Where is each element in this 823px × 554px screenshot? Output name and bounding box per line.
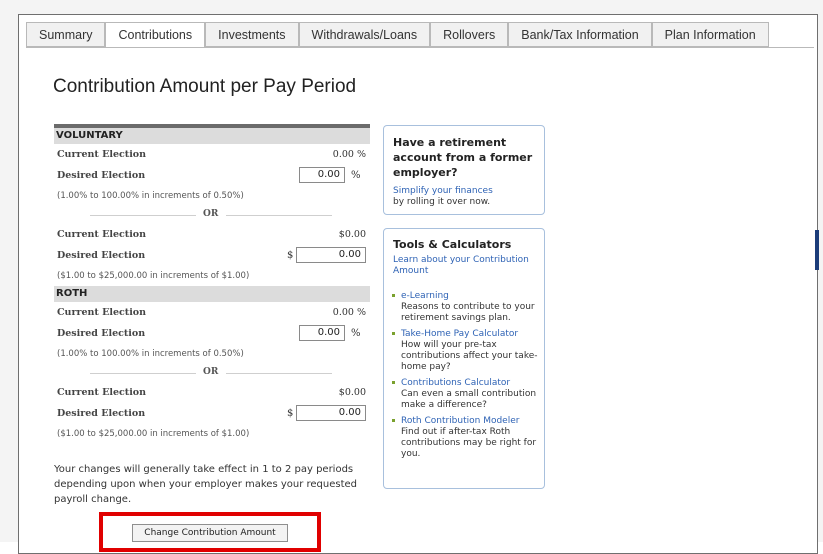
- contributions-calculator-link[interactable]: Contributions Calculator: [401, 378, 544, 389]
- roth-pct-current-row: Current Election 0.00 %: [54, 302, 370, 323]
- current-election-label: Current Election: [57, 229, 147, 240]
- contributions-calculator-desc: Can even a small contribution make a dif…: [401, 389, 537, 410]
- e-learning-link[interactable]: e-Learning: [401, 291, 544, 302]
- tab-divider: [26, 47, 814, 48]
- tab-plan-information[interactable]: Plan Information: [651, 22, 769, 47]
- voluntary-pct-current-row: Current Election 0.00 %: [54, 144, 370, 165]
- current-election-value: 0.00 %: [332, 307, 366, 318]
- voluntary-amt-current-row: Current Election $0.00: [54, 224, 370, 245]
- roth-pct-note: (1.00% to 100.00% in increments of 0.50%…: [57, 349, 244, 359]
- rollover-text: by rolling it over now.: [393, 197, 491, 207]
- roth-amount-input[interactable]: 0.00: [296, 405, 366, 421]
- window-edge: [815, 230, 819, 270]
- current-election-value: 0.00 %: [332, 149, 366, 160]
- currency-unit: $: [287, 250, 294, 261]
- current-election-label: Current Election: [57, 387, 147, 398]
- current-election-value: $0.00: [338, 387, 366, 398]
- tab-investments[interactable]: Investments: [205, 22, 299, 47]
- or-line-right: [226, 215, 332, 216]
- simplify-finances-link[interactable]: Simplify your finances: [393, 186, 493, 197]
- desired-election-label: Desired Election: [57, 328, 146, 339]
- voluntary-pct-note: (1.00% to 100.00% in increments of 0.50%…: [57, 191, 244, 201]
- current-election-label: Current Election: [57, 307, 147, 318]
- desired-election-label: Desired Election: [57, 250, 146, 261]
- take-home-pay-desc: How will your pre-tax contributions affe…: [401, 340, 538, 372]
- rollover-promo-box: Have a retirement account from a former …: [383, 125, 545, 215]
- percent-unit: %: [351, 328, 361, 339]
- tools-heading: Tools & Calculators: [393, 238, 512, 251]
- list-item: e-Learning Reasons to contribute to your…: [392, 291, 544, 324]
- list-item: Take-Home Pay Calculator How will your p…: [392, 329, 544, 373]
- contribution-form: VOLUNTARY Current Election 0.00 % Desire…: [54, 124, 370, 444]
- bullet-icon: [392, 294, 395, 297]
- bullet-icon: [392, 332, 395, 335]
- voluntary-amt-desired-row: Desired Election $ 0.00: [54, 245, 370, 266]
- or-divider: OR: [54, 364, 370, 382]
- tab-withdrawals-loans[interactable]: Withdrawals/Loans: [298, 22, 431, 47]
- voluntary-pct-input[interactable]: 0.00: [299, 167, 345, 183]
- roth-amt-note: ($1.00 to $25,000.00 in increments of $1…: [57, 429, 250, 439]
- roth-modeler-link[interactable]: Roth Contribution Modeler: [401, 416, 544, 427]
- e-learning-desc: Reasons to contribute to your retirement…: [401, 302, 535, 323]
- page-title: Contribution Amount per Pay Period: [53, 76, 357, 97]
- currency-unit: $: [287, 408, 294, 419]
- or-label: OR: [203, 367, 219, 377]
- percent-unit: %: [351, 170, 361, 181]
- current-election-label: Current Election: [57, 149, 147, 160]
- roth-heading: ROTH: [54, 286, 370, 302]
- voluntary-amt-note: ($1.00 to $25,000.00 in increments of $1…: [57, 271, 250, 281]
- voluntary-amount-input[interactable]: 0.00: [296, 247, 366, 263]
- desired-election-label: Desired Election: [57, 408, 146, 419]
- disclaimer-text: Your changes will generally take effect …: [54, 464, 358, 505]
- change-contribution-button[interactable]: Change Contribution Amount: [132, 524, 288, 542]
- list-item: Contributions Calculator Can even a smal…: [392, 378, 544, 411]
- list-item: Roth Contribution Modeler Find out if af…: [392, 416, 544, 460]
- bullet-icon: [392, 381, 395, 384]
- roth-pct-input[interactable]: 0.00: [299, 325, 345, 341]
- voluntary-heading: VOLUNTARY: [54, 128, 370, 144]
- take-home-pay-link[interactable]: Take-Home Pay Calculator: [401, 329, 544, 340]
- roth-amt-current-row: Current Election $0.00: [54, 382, 370, 403]
- or-line-right: [226, 373, 332, 374]
- current-election-value: $0.00: [338, 229, 366, 240]
- tab-summary[interactable]: Summary: [26, 22, 106, 47]
- tab-bar: Summary Contributions Investments Withdr…: [26, 22, 769, 48]
- or-divider: OR: [54, 206, 370, 224]
- bullet-icon: [392, 419, 395, 422]
- contribution-amount-link[interactable]: Learn about your Contribution Amount: [393, 255, 543, 277]
- roth-amt-desired-row: Desired Election $ 0.00: [54, 403, 370, 424]
- tab-rollovers[interactable]: Rollovers: [430, 22, 509, 47]
- tools-calculators-box: Tools & Calculators Learn about your Con…: [383, 228, 545, 489]
- roth-modeler-desc: Find out if after-tax Roth contributions…: [401, 427, 537, 459]
- tab-contributions[interactable]: Contributions: [105, 22, 206, 48]
- rollover-heading: Have a retirement account from a former …: [393, 136, 533, 179]
- or-line-left: [90, 215, 196, 216]
- or-line-left: [90, 373, 196, 374]
- voluntary-pct-desired-row: Desired Election 0.00 %: [54, 165, 370, 186]
- or-label: OR: [203, 209, 219, 219]
- roth-pct-desired-row: Desired Election 0.00 %: [54, 323, 370, 344]
- desired-election-label: Desired Election: [57, 170, 146, 181]
- tab-bank-tax-information[interactable]: Bank/Tax Information: [508, 22, 652, 47]
- tools-list: e-Learning Reasons to contribute to your…: [392, 291, 544, 465]
